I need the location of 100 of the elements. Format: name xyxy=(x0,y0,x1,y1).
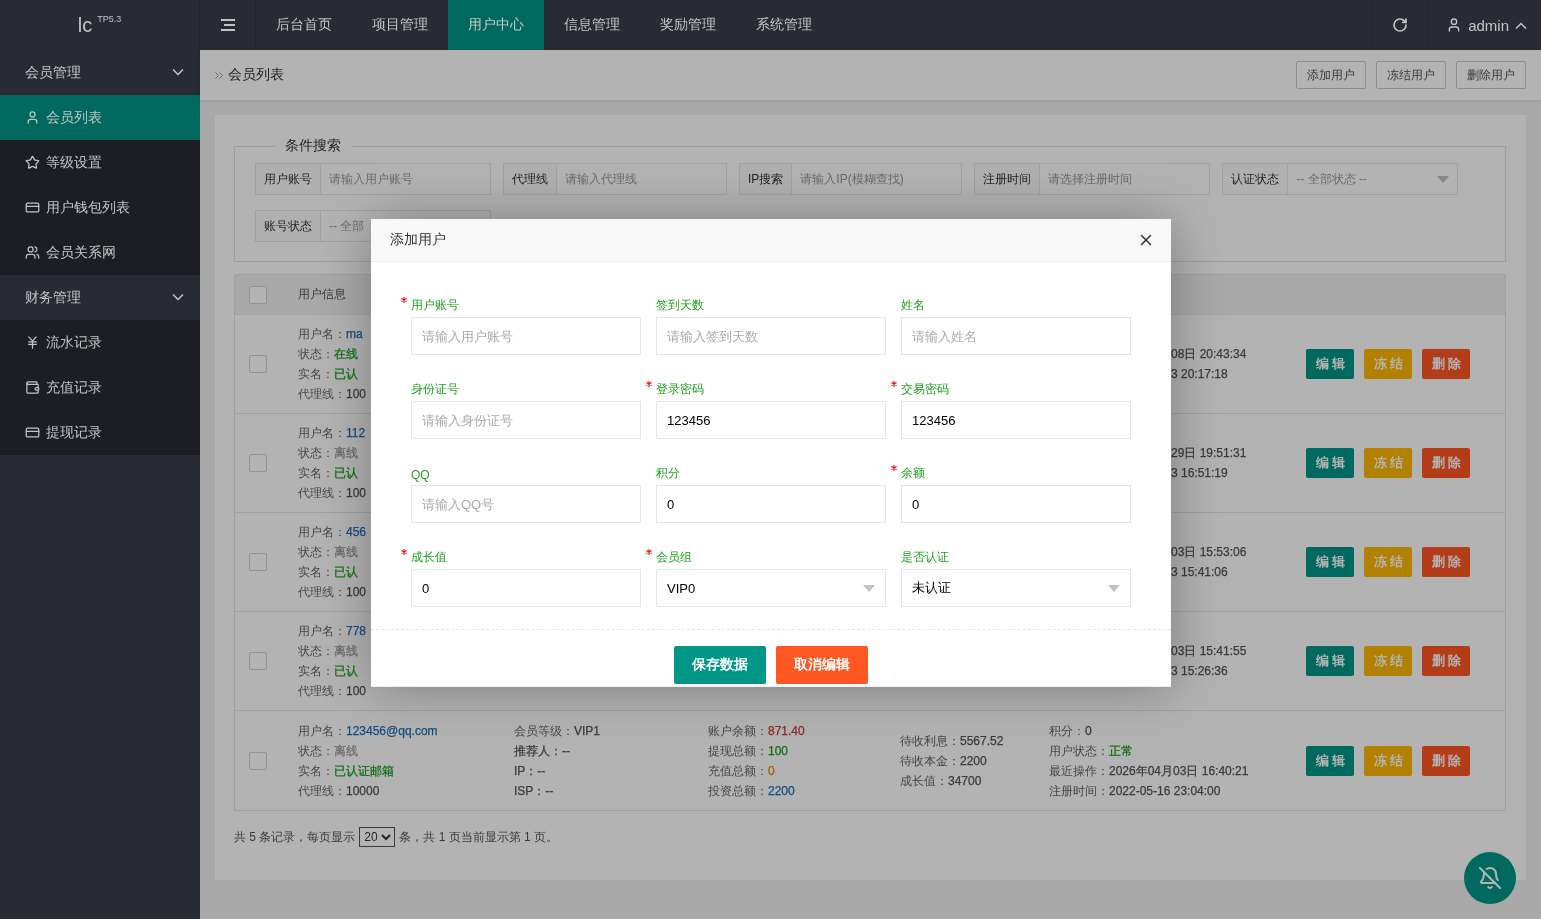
field-label: 实名： xyxy=(298,762,334,780)
field-label: 实名： xyxy=(298,663,334,680)
field-value: 2200 xyxy=(768,782,795,800)
field-value: 离线 xyxy=(334,544,358,561)
field-value: 离线 xyxy=(334,742,358,760)
field-value: 34700 xyxy=(948,772,982,790)
field-value: 100 xyxy=(346,485,367,502)
field-label: 实名： xyxy=(298,465,334,482)
field-label: 会员等级： xyxy=(514,722,574,740)
pager-text: 共 5 条记录，每页显示 xyxy=(234,828,356,846)
field-label: QQ xyxy=(411,468,430,482)
field-value: 已认证邮箱 xyxy=(334,762,394,780)
field-label: 状态： xyxy=(298,346,334,363)
field-label: 投资总额： xyxy=(708,782,768,800)
field-value: 2022-05-16 23:04:00 xyxy=(1109,782,1221,800)
field-label: 用户名： xyxy=(298,326,346,343)
field-value: 2200 xyxy=(960,752,987,770)
field-value: IP：-- xyxy=(514,762,546,780)
field-label: 姓名 xyxy=(901,297,925,314)
field-label: 状态： xyxy=(298,742,334,760)
field-label: 待收本金： xyxy=(900,752,960,770)
field-label: 成长值 xyxy=(411,549,447,566)
field-label: 用户账号 xyxy=(255,163,321,195)
logo-text: lc xyxy=(77,13,93,37)
field-label: 余额 xyxy=(901,465,925,482)
field-label: 状态： xyxy=(298,544,334,561)
field-value: 100 xyxy=(346,683,367,700)
field-label: 用户名： xyxy=(298,722,346,740)
field-value: 已认 xyxy=(334,366,358,383)
field-value: 已认 xyxy=(334,663,358,680)
field-value: 已认 xyxy=(334,564,358,581)
field-value: 03日 15:53:06 xyxy=(1171,544,1247,561)
field-label: 用户名： xyxy=(298,623,346,640)
field-value: 03日 15:41:55 xyxy=(1171,643,1247,660)
field-value: 112 xyxy=(346,425,366,442)
field-label: 认证状态 xyxy=(1222,163,1289,195)
field-label: 状态： xyxy=(298,445,334,462)
field-value: 100 xyxy=(346,386,367,403)
field-label: 注册时间： xyxy=(1049,782,1109,800)
column-header: 用户信息 xyxy=(298,286,346,303)
field-value: 100 xyxy=(768,742,789,760)
field-value: 100 xyxy=(346,584,367,601)
field-label: 代理线： xyxy=(298,584,346,601)
field-value: 离线 xyxy=(334,445,358,462)
field-label: 代理线 xyxy=(503,163,557,195)
field-label: 代理线： xyxy=(298,683,346,700)
field-value: 871.40 xyxy=(768,722,805,740)
field-label: 是否认证 xyxy=(901,549,949,566)
field-label: 积分： xyxy=(1049,722,1085,740)
field-value: 3 16:51:19 xyxy=(1171,465,1228,482)
field-label: 会员组 xyxy=(656,549,692,566)
field-label: 签到天数 xyxy=(656,297,704,314)
field-label: 注册时间 xyxy=(974,163,1041,195)
field-label: 账户余额： xyxy=(708,722,768,740)
field-label: 代理线： xyxy=(298,386,346,403)
field-value: 29日 19:51:31 xyxy=(1171,445,1247,462)
field-label: 用户状态： xyxy=(1049,742,1109,760)
field-label: 待收利息： xyxy=(900,732,960,750)
breadcrumb: 会员列表 xyxy=(228,66,284,84)
field-value: 0 xyxy=(768,762,775,780)
field-value: 08日 20:43:34 xyxy=(1171,346,1247,363)
field-label: 实名： xyxy=(298,564,334,581)
field-value: ISP：-- xyxy=(514,782,554,800)
field-label: 成长值： xyxy=(900,772,948,790)
field-value: 456 xyxy=(346,524,367,541)
field-value: 离线 xyxy=(334,643,358,660)
pager-text: 条，共 1 页当前显示第 1 页。 xyxy=(399,828,559,846)
field-value: 正常 xyxy=(1109,742,1133,760)
field-label: 提现总额： xyxy=(708,742,768,760)
field-label: 充值总额： xyxy=(708,762,768,780)
field-label: IP搜索 xyxy=(739,163,793,195)
field-value: 10000 xyxy=(346,782,380,800)
field-value: 0 xyxy=(1085,722,1092,740)
version-label: TP5.3 xyxy=(97,14,122,24)
field-label: 登录密码 xyxy=(656,381,704,398)
field-value: 5567.52 xyxy=(960,732,1004,750)
field-value: VIP1 xyxy=(574,722,600,740)
field-label: 用户账号 xyxy=(411,297,459,314)
field-value: ma xyxy=(346,326,363,343)
field-label: 实名： xyxy=(298,366,334,383)
field-value: 3 20:17:18 xyxy=(1171,366,1228,383)
field-value: 已认 xyxy=(334,465,358,482)
field-value: 在线 xyxy=(334,346,358,363)
field-label: 代理线： xyxy=(298,782,346,800)
field-value: 3 15:26:36 xyxy=(1171,663,1228,680)
dialog-title: 添加用户 xyxy=(390,231,446,249)
field-value: 123456@qq.com xyxy=(346,722,438,740)
field-label: 代理线： xyxy=(298,485,346,502)
field-label: 身份证号 xyxy=(411,381,459,398)
field-label: 交易密码 xyxy=(901,381,949,398)
field-label: 用户名： xyxy=(298,524,346,541)
field-value: 3 15:41:06 xyxy=(1171,564,1228,581)
field-label: 最近操作： xyxy=(1049,762,1109,780)
field-label: 状态： xyxy=(298,643,334,660)
field-label: 账号状态 xyxy=(255,210,321,242)
section-legend: 条件搜索 xyxy=(275,137,351,155)
field-label: 积分 xyxy=(656,465,680,482)
field-label: 用户名： xyxy=(298,425,346,442)
field-value: 778 xyxy=(346,623,367,640)
field-value: 2026年04月03日 16:40:21 xyxy=(1109,762,1249,780)
